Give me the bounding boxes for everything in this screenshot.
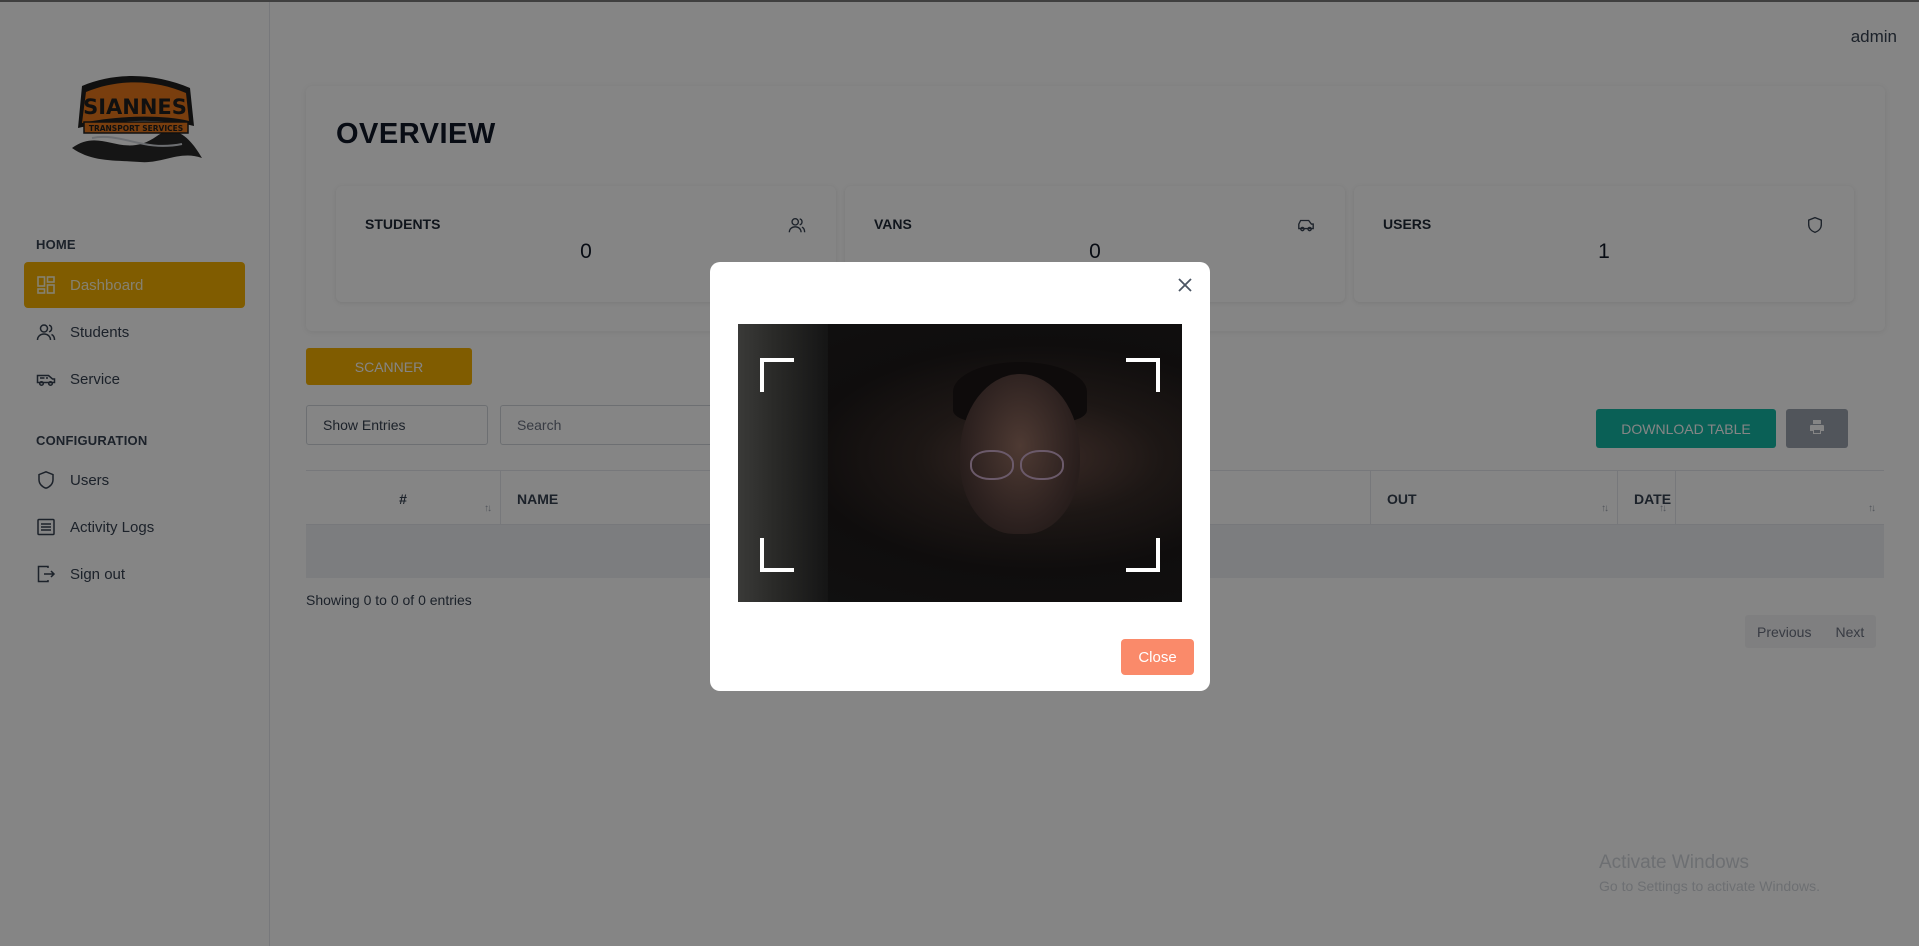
scan-frame-corner	[1126, 538, 1160, 572]
scan-frame-corner	[760, 358, 794, 392]
modal-backdrop[interactable]: Close	[0, 0, 1919, 946]
close-icon[interactable]	[1174, 274, 1196, 296]
camera-subject-glasses	[1020, 450, 1064, 480]
scan-frame-corner	[1126, 358, 1160, 392]
camera-subject-glasses	[970, 450, 1014, 480]
scanner-modal: Close	[710, 262, 1210, 691]
camera-preview	[738, 324, 1182, 602]
close-button[interactable]: Close	[1121, 639, 1194, 675]
scan-frame-corner	[760, 538, 794, 572]
